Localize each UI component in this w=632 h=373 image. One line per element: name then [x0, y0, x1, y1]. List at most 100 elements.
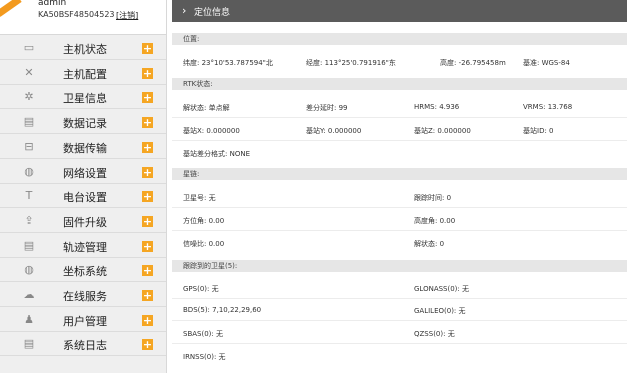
- logout-link[interactable]: [注销]: [116, 10, 138, 21]
- antenna-icon: T: [25, 189, 33, 203]
- divider: [172, 230, 627, 231]
- sidebar-item-5[interactable]: ◍ 网络设置 +: [0, 160, 166, 184]
- sidebar-item-label: 坐标系统: [63, 265, 107, 279]
- section-position-title: 位置:: [183, 35, 200, 43]
- sidebar-item-9[interactable]: ◍ 坐标系统 +: [0, 258, 166, 283]
- sidebar-item-2[interactable]: ✲ 卫星信息 +: [0, 85, 166, 110]
- cloud-icon: ☁: [23, 288, 35, 301]
- device-serial: KA50BSF48504523: [38, 10, 115, 19]
- expand-plus-icon[interactable]: +: [142, 166, 153, 178]
- sidebar-item-label: 电台设置: [63, 191, 107, 205]
- snr-value: 信噪比: 0.00: [183, 240, 225, 248]
- sidebar-item-10[interactable]: ☁ 在线服务 +: [0, 283, 166, 307]
- chevron-right-icon: ›: [182, 4, 187, 17]
- sidebar-item-11[interactable]: ♟ 用户管理 +: [0, 308, 166, 332]
- star-solution-state: 解状态: 0: [414, 240, 445, 248]
- section-tracked: 跟踪到的卫星(5):: [172, 260, 627, 272]
- expand-plus-icon[interactable]: +: [142, 92, 153, 104]
- expand-plus-icon[interactable]: +: [142, 314, 153, 326]
- section-rtk-title: RTK状态:: [183, 80, 213, 88]
- user-info: admin KA50BSF48504523 [注销]: [0, 0, 166, 35]
- corner-ribbon: [0, 0, 22, 17]
- expand-plus-icon[interactable]: +: [142, 117, 153, 129]
- expand-plus-icon[interactable]: +: [142, 67, 153, 79]
- sidebar-item-label: 主机状态: [63, 43, 107, 56]
- satellite-icon: ✲: [24, 90, 34, 104]
- azimuth-value: 方位角: 0.00: [183, 217, 225, 225]
- divider: [172, 343, 627, 344]
- sidebar-item-6[interactable]: T 电台设置 +: [0, 184, 166, 209]
- solution-status: 解状态: 单点解: [183, 104, 230, 112]
- sidebar-item-label: 在线服务: [63, 290, 107, 303]
- page-title: 定位信息: [194, 8, 231, 18]
- datum-value: 基准: WGS-84: [523, 59, 570, 67]
- diff-delay: 差分延时: 99: [306, 104, 348, 112]
- bds-satellites: BDS(5): 7,10,22,29,60: [183, 306, 262, 314]
- sidebar-item-7[interactable]: ⇪ 固件升级 +: [0, 209, 166, 233]
- divider: [172, 320, 627, 321]
- main-content: › 定位信息 位置: 纬度: 23°10'53.787594"北 经度: 113…: [172, 0, 632, 373]
- latitude-value: 纬度: 23°10'53.787594"北: [183, 59, 273, 67]
- panel-titlebar: › 定位信息: [172, 0, 627, 22]
- base-x: 基站X: 0.000000: [183, 127, 240, 135]
- sidebar-item-label: 卫星信息: [63, 92, 107, 106]
- satellite-number: 卫星号: 无: [183, 194, 216, 202]
- divider: [0, 355, 166, 357]
- sidebar-item-label: 数据传输: [63, 141, 107, 155]
- sidebar-item-label: 用户管理: [63, 314, 107, 328]
- sidebar-item-1[interactable]: ✕ 主机配置 +: [0, 61, 166, 85]
- sidebar-item-label: 固件升级: [63, 215, 107, 229]
- globe-icon: ◍: [24, 263, 34, 277]
- irnss-satellites: IRNSS(0): 无: [183, 353, 226, 361]
- expand-plus-icon[interactable]: +: [142, 339, 153, 351]
- glonass-satellites: GLONASS(0): 无: [414, 285, 469, 293]
- sidebar-item-label: 系统日志: [63, 339, 107, 353]
- expand-plus-icon[interactable]: +: [142, 141, 153, 153]
- calendar-icon: ▤: [23, 238, 35, 252]
- sidebar-item-label: 轨迹管理: [63, 240, 107, 254]
- expand-plus-icon[interactable]: +: [142, 215, 153, 227]
- base-id: 基站ID: 0: [523, 127, 554, 135]
- expand-plus-icon[interactable]: +: [142, 290, 153, 301]
- tools-icon: ✕: [24, 65, 34, 79]
- divider: [172, 207, 627, 208]
- calendar-icon: ▤: [23, 115, 35, 129]
- divider: [172, 298, 627, 299]
- base-y: 基站Y: 0.000000: [306, 127, 362, 135]
- sidebar-item-label: 主机配置: [63, 67, 107, 81]
- diff-format: 基站差分格式: NONE: [183, 150, 250, 158]
- username: admin: [38, 0, 67, 8]
- section-stars-title: 星链:: [183, 170, 200, 178]
- hrms-value: HRMS: 4.936: [414, 103, 460, 111]
- section-position: 位置:: [172, 33, 627, 45]
- galileo-satellites: GALILEO(0): 无: [414, 307, 466, 315]
- divider: [172, 117, 627, 118]
- expand-plus-icon[interactable]: +: [142, 191, 153, 203]
- sidebar-item-3[interactable]: ▤ 数据记录 +: [0, 110, 166, 135]
- sidebar-item-8[interactable]: ▤ 轨迹管理 +: [0, 234, 166, 258]
- sidebar-item-12[interactable]: ▤ 系统日志 +: [0, 332, 166, 357]
- sidebar-item-label: 网络设置: [63, 166, 107, 180]
- transfer-icon: ⊟: [24, 139, 34, 153]
- sidebar: admin KA50BSF48504523 [注销] ▭ 主机状态 + ✕ 主机配置 + ✲…: [0, 0, 167, 373]
- sidebar-item-4[interactable]: ⊟ 数据传输 +: [0, 135, 166, 159]
- expand-plus-icon[interactable]: +: [142, 43, 153, 54]
- users-icon: ♟: [24, 312, 34, 326]
- height-value: 高度: -26.795458m: [440, 59, 506, 67]
- gps-satellites: GPS(0): 无: [183, 285, 219, 293]
- expand-plus-icon[interactable]: +: [142, 265, 153, 277]
- base-z: 基站Z: 0.000000: [414, 127, 471, 135]
- vrms-value: VRMS: 13.768: [523, 103, 573, 111]
- section-tracked-title: 跟踪到的卫星(5):: [183, 262, 238, 270]
- upload-icon: ⇪: [24, 213, 34, 227]
- sidebar-item-0[interactable]: ▭ 主机状态 +: [0, 36, 166, 60]
- monitor-icon: ▭: [23, 41, 35, 54]
- calendar-icon: ▤: [23, 337, 35, 351]
- qzss-satellites: QZSS(0): 无: [414, 330, 455, 338]
- expand-plus-icon[interactable]: +: [142, 240, 153, 252]
- longitude-value: 经度: 113°25'0.791916"东: [306, 59, 396, 67]
- section-rtk: RTK状态:: [172, 78, 627, 90]
- sbas-satellites: SBAS(0): 无: [183, 330, 223, 338]
- elevation-value: 高度角: 0.00: [414, 217, 456, 225]
- globe-icon: ◍: [24, 164, 34, 178]
